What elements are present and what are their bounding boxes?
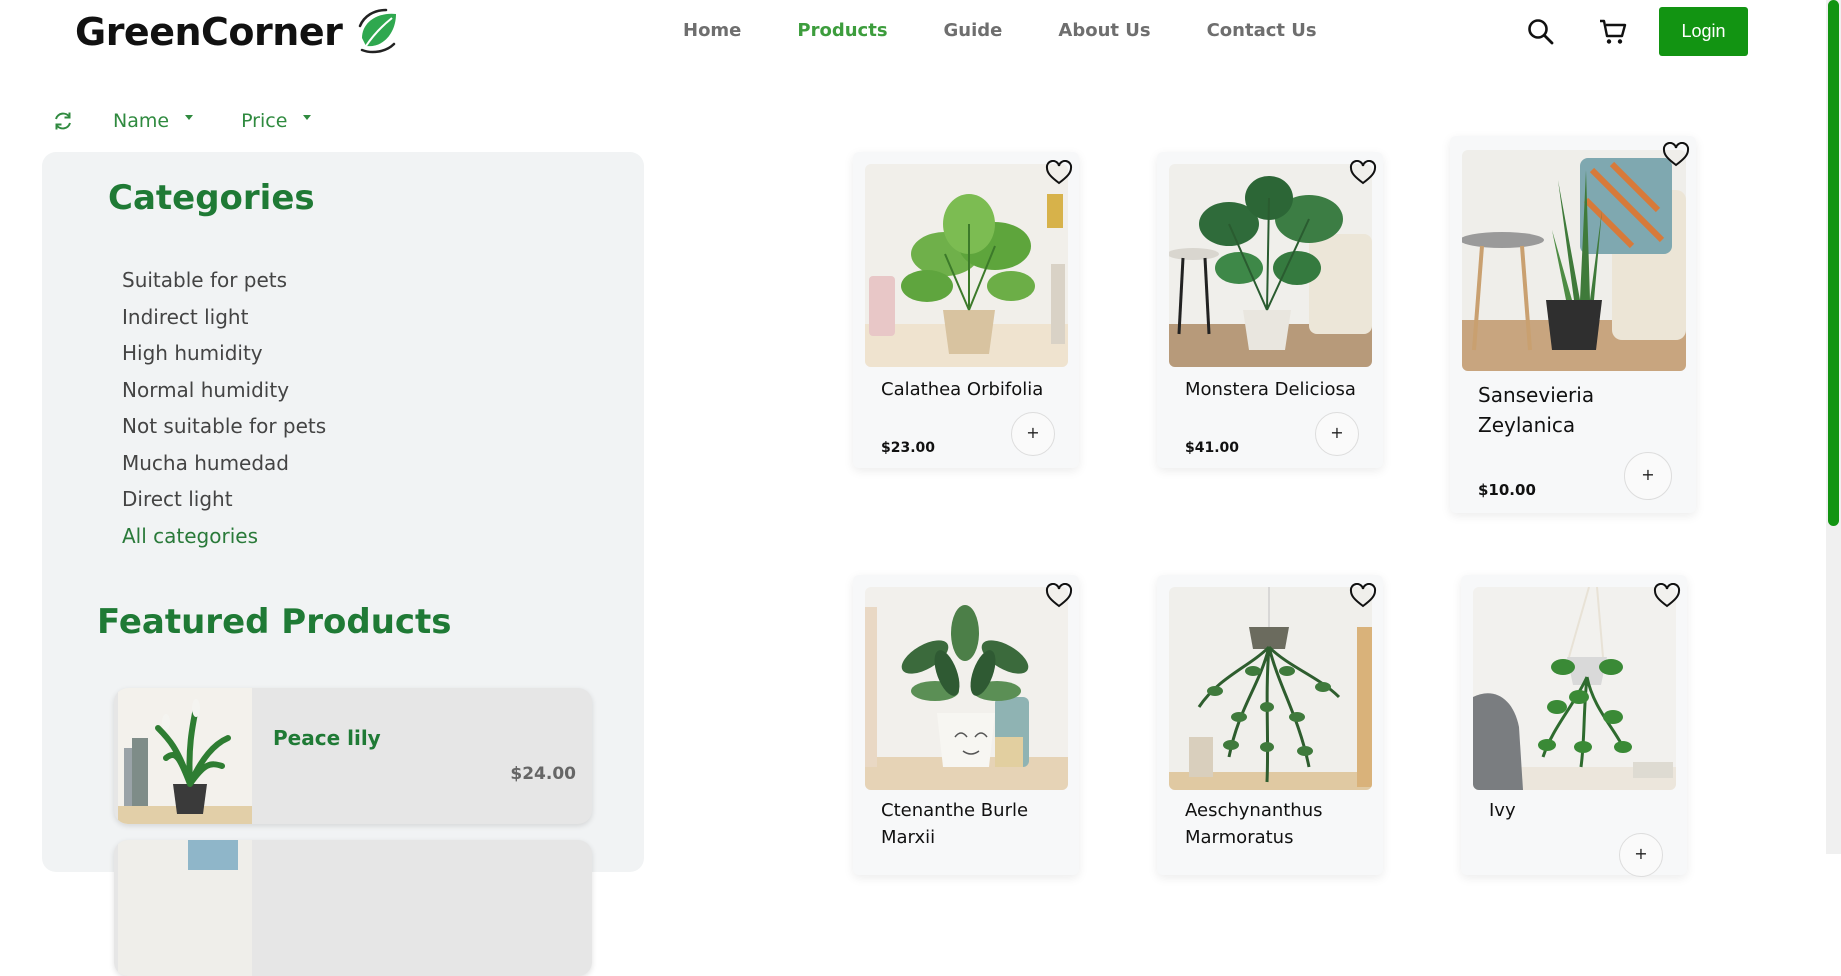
product-name: Monstera Deliciosa <box>1185 379 1356 400</box>
chevron-down-icon <box>303 114 312 120</box>
add-to-cart-button[interactable]: + <box>1619 833 1663 877</box>
add-to-cart-button[interactable]: + <box>1624 452 1672 500</box>
name-sort-label: Name <box>113 110 170 132</box>
heart-icon[interactable] <box>1045 583 1073 609</box>
name-sort-dropdown[interactable]: Name <box>113 110 194 132</box>
product-card[interactable]: Monstera Deliciosa $41.00 + <box>1157 152 1383 468</box>
product-image <box>118 840 252 976</box>
product-name: Calathea Orbifolia <box>881 379 1044 400</box>
category-item[interactable]: Not suitable for pets <box>122 408 326 445</box>
categories-title: Categories <box>108 178 315 218</box>
add-to-cart-button[interactable]: + <box>1315 412 1359 456</box>
search-icon[interactable] <box>1526 17 1556 47</box>
product-price: $41.00 <box>1185 440 1240 456</box>
category-item[interactable]: Normal humidity <box>122 372 326 409</box>
product-name: Sansevieria Zeylanica <box>1478 383 1595 437</box>
sidebar: Categories Suitable for pets Indirect li… <box>42 152 644 976</box>
featured-product-price: $24.00 <box>510 764 576 784</box>
product-image <box>1169 587 1372 790</box>
product-image <box>1462 150 1686 371</box>
category-item[interactable]: Suitable for pets <box>122 262 326 299</box>
heart-icon[interactable] <box>1349 583 1377 609</box>
price-sort-dropdown[interactable]: Price <box>241 110 312 132</box>
heart-icon[interactable] <box>1662 142 1690 168</box>
category-item[interactable]: Indirect light <box>122 299 326 336</box>
product-price: $23.00 <box>881 440 936 456</box>
chevron-down-icon <box>185 114 194 120</box>
category-list: Suitable for pets Indirect light High hu… <box>122 262 326 554</box>
category-item[interactable]: Direct light <box>122 481 326 518</box>
cart-icon[interactable] <box>1598 17 1628 47</box>
product-card[interactable]: Ctenanthe Burle Marxii <box>853 575 1079 875</box>
product-image <box>865 164 1068 367</box>
brand-name: GreenCorner <box>75 10 343 54</box>
nav-home[interactable]: Home <box>683 20 741 41</box>
add-to-cart-button[interactable]: + <box>1011 412 1055 456</box>
heart-icon[interactable] <box>1045 160 1073 186</box>
featured-product-card[interactable] <box>114 840 592 976</box>
featured-title: Featured Products <box>97 602 452 642</box>
refresh-icon[interactable] <box>52 110 74 132</box>
login-button[interactable]: Login <box>1659 7 1748 56</box>
nav-contact-us[interactable]: Contact Us <box>1207 20 1317 41</box>
category-item[interactable]: Mucha humedad <box>122 445 326 482</box>
product-name: Aeschynanthus Marmoratus <box>1185 800 1323 848</box>
product-image <box>118 688 252 824</box>
product-card[interactable]: Calathea Orbifolia $23.00 + <box>853 152 1079 468</box>
leaf-logo-icon <box>359 8 397 54</box>
brand-logo[interactable]: GreenCorner <box>75 8 400 56</box>
product-image <box>1169 164 1372 367</box>
scrollbar-thumb[interactable] <box>1828 0 1839 526</box>
heart-icon[interactable] <box>1349 160 1377 186</box>
category-item[interactable]: High humidity <box>122 335 326 372</box>
product-image <box>1473 587 1676 790</box>
filter-bar: Name Price <box>52 110 312 132</box>
product-name: Ivy <box>1489 800 1516 821</box>
featured-product-card[interactable]: Peace lily $24.00 <box>114 688 592 824</box>
product-image <box>865 587 1068 790</box>
product-card[interactable]: Ivy + <box>1461 575 1687 877</box>
product-price: $10.00 <box>1478 481 1536 499</box>
main-nav: Home Products Guide About Us Contact Us <box>683 20 1373 41</box>
nav-about-us[interactable]: About Us <box>1058 20 1150 41</box>
product-card[interactable]: Aeschynanthus Marmoratus <box>1157 575 1383 875</box>
category-all[interactable]: All categories <box>122 518 326 555</box>
nav-products[interactable]: Products <box>797 20 887 41</box>
price-sort-label: Price <box>241 110 288 132</box>
heart-icon[interactable] <box>1653 583 1681 609</box>
product-card[interactable]: Sansevieria Zeylanica $10.00 + <box>1450 136 1696 513</box>
featured-product-name: Peace lily <box>273 726 381 750</box>
product-name: Ctenanthe Burle Marxii <box>881 800 1029 848</box>
nav-guide[interactable]: Guide <box>944 20 1003 41</box>
